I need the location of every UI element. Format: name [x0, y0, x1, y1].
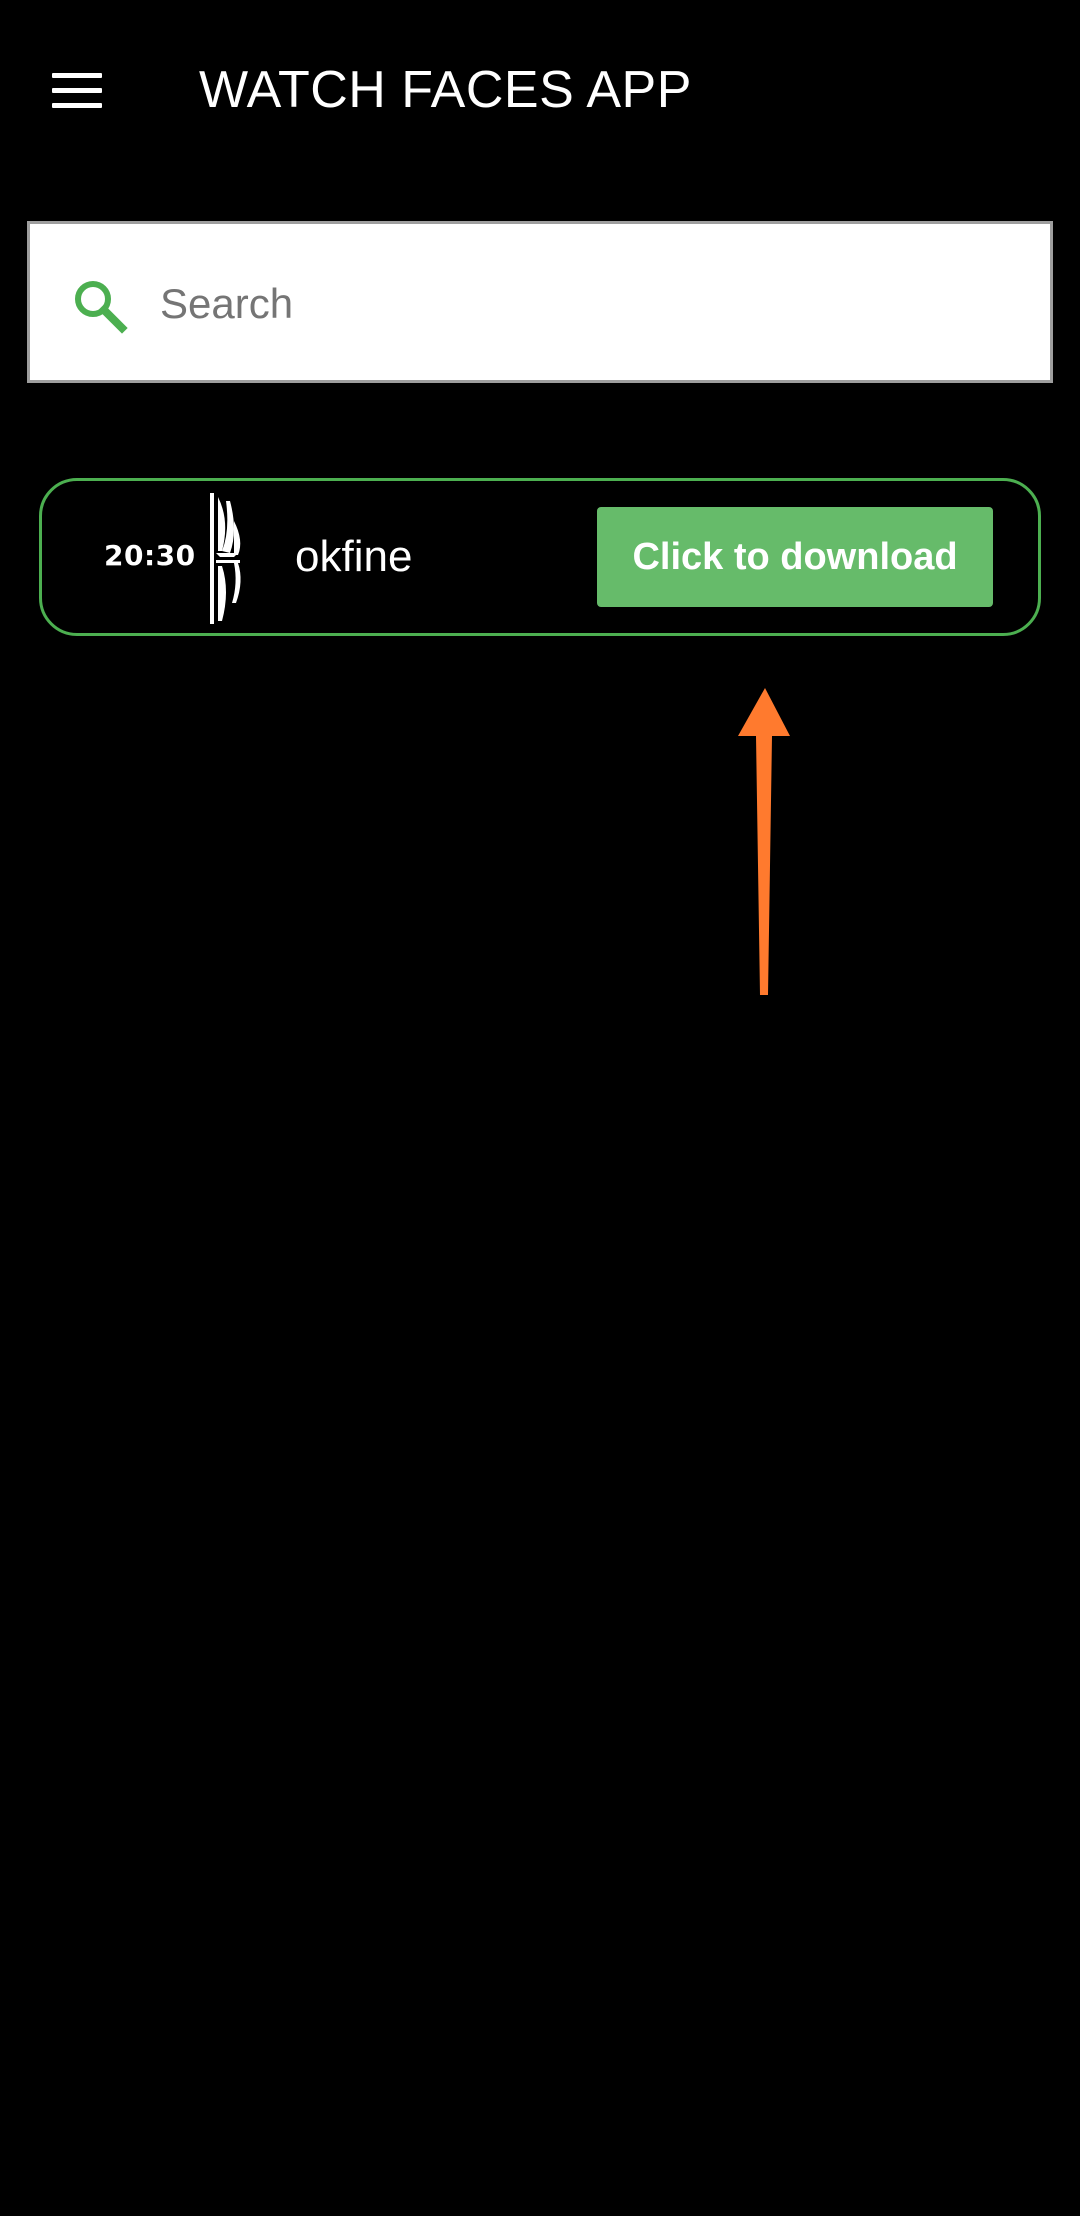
watch-face-thumbnail: 20:30 [104, 491, 304, 626]
thumbnail-time: 20:30 [104, 539, 196, 572]
search-bar[interactable] [27, 221, 1053, 383]
watch-face-name: okfine [295, 532, 413, 581]
download-button[interactable]: Click to download [597, 507, 993, 607]
annotation-arrow-icon [738, 688, 790, 995]
adidas-logo-icon [210, 493, 241, 624]
page: WATCH FACES APP 20:30 okfine Click to do… [0, 0, 1080, 2216]
hamburger-menu-icon[interactable] [38, 58, 116, 122]
search-input[interactable] [160, 254, 1020, 354]
watch-face-list-item[interactable]: 20:30 okfine Click to download [39, 478, 1041, 636]
app-title: WATCH FACES APP [199, 61, 692, 119]
search-icon [75, 281, 128, 334]
app-bar: WATCH FACES APP [0, 0, 1080, 180]
